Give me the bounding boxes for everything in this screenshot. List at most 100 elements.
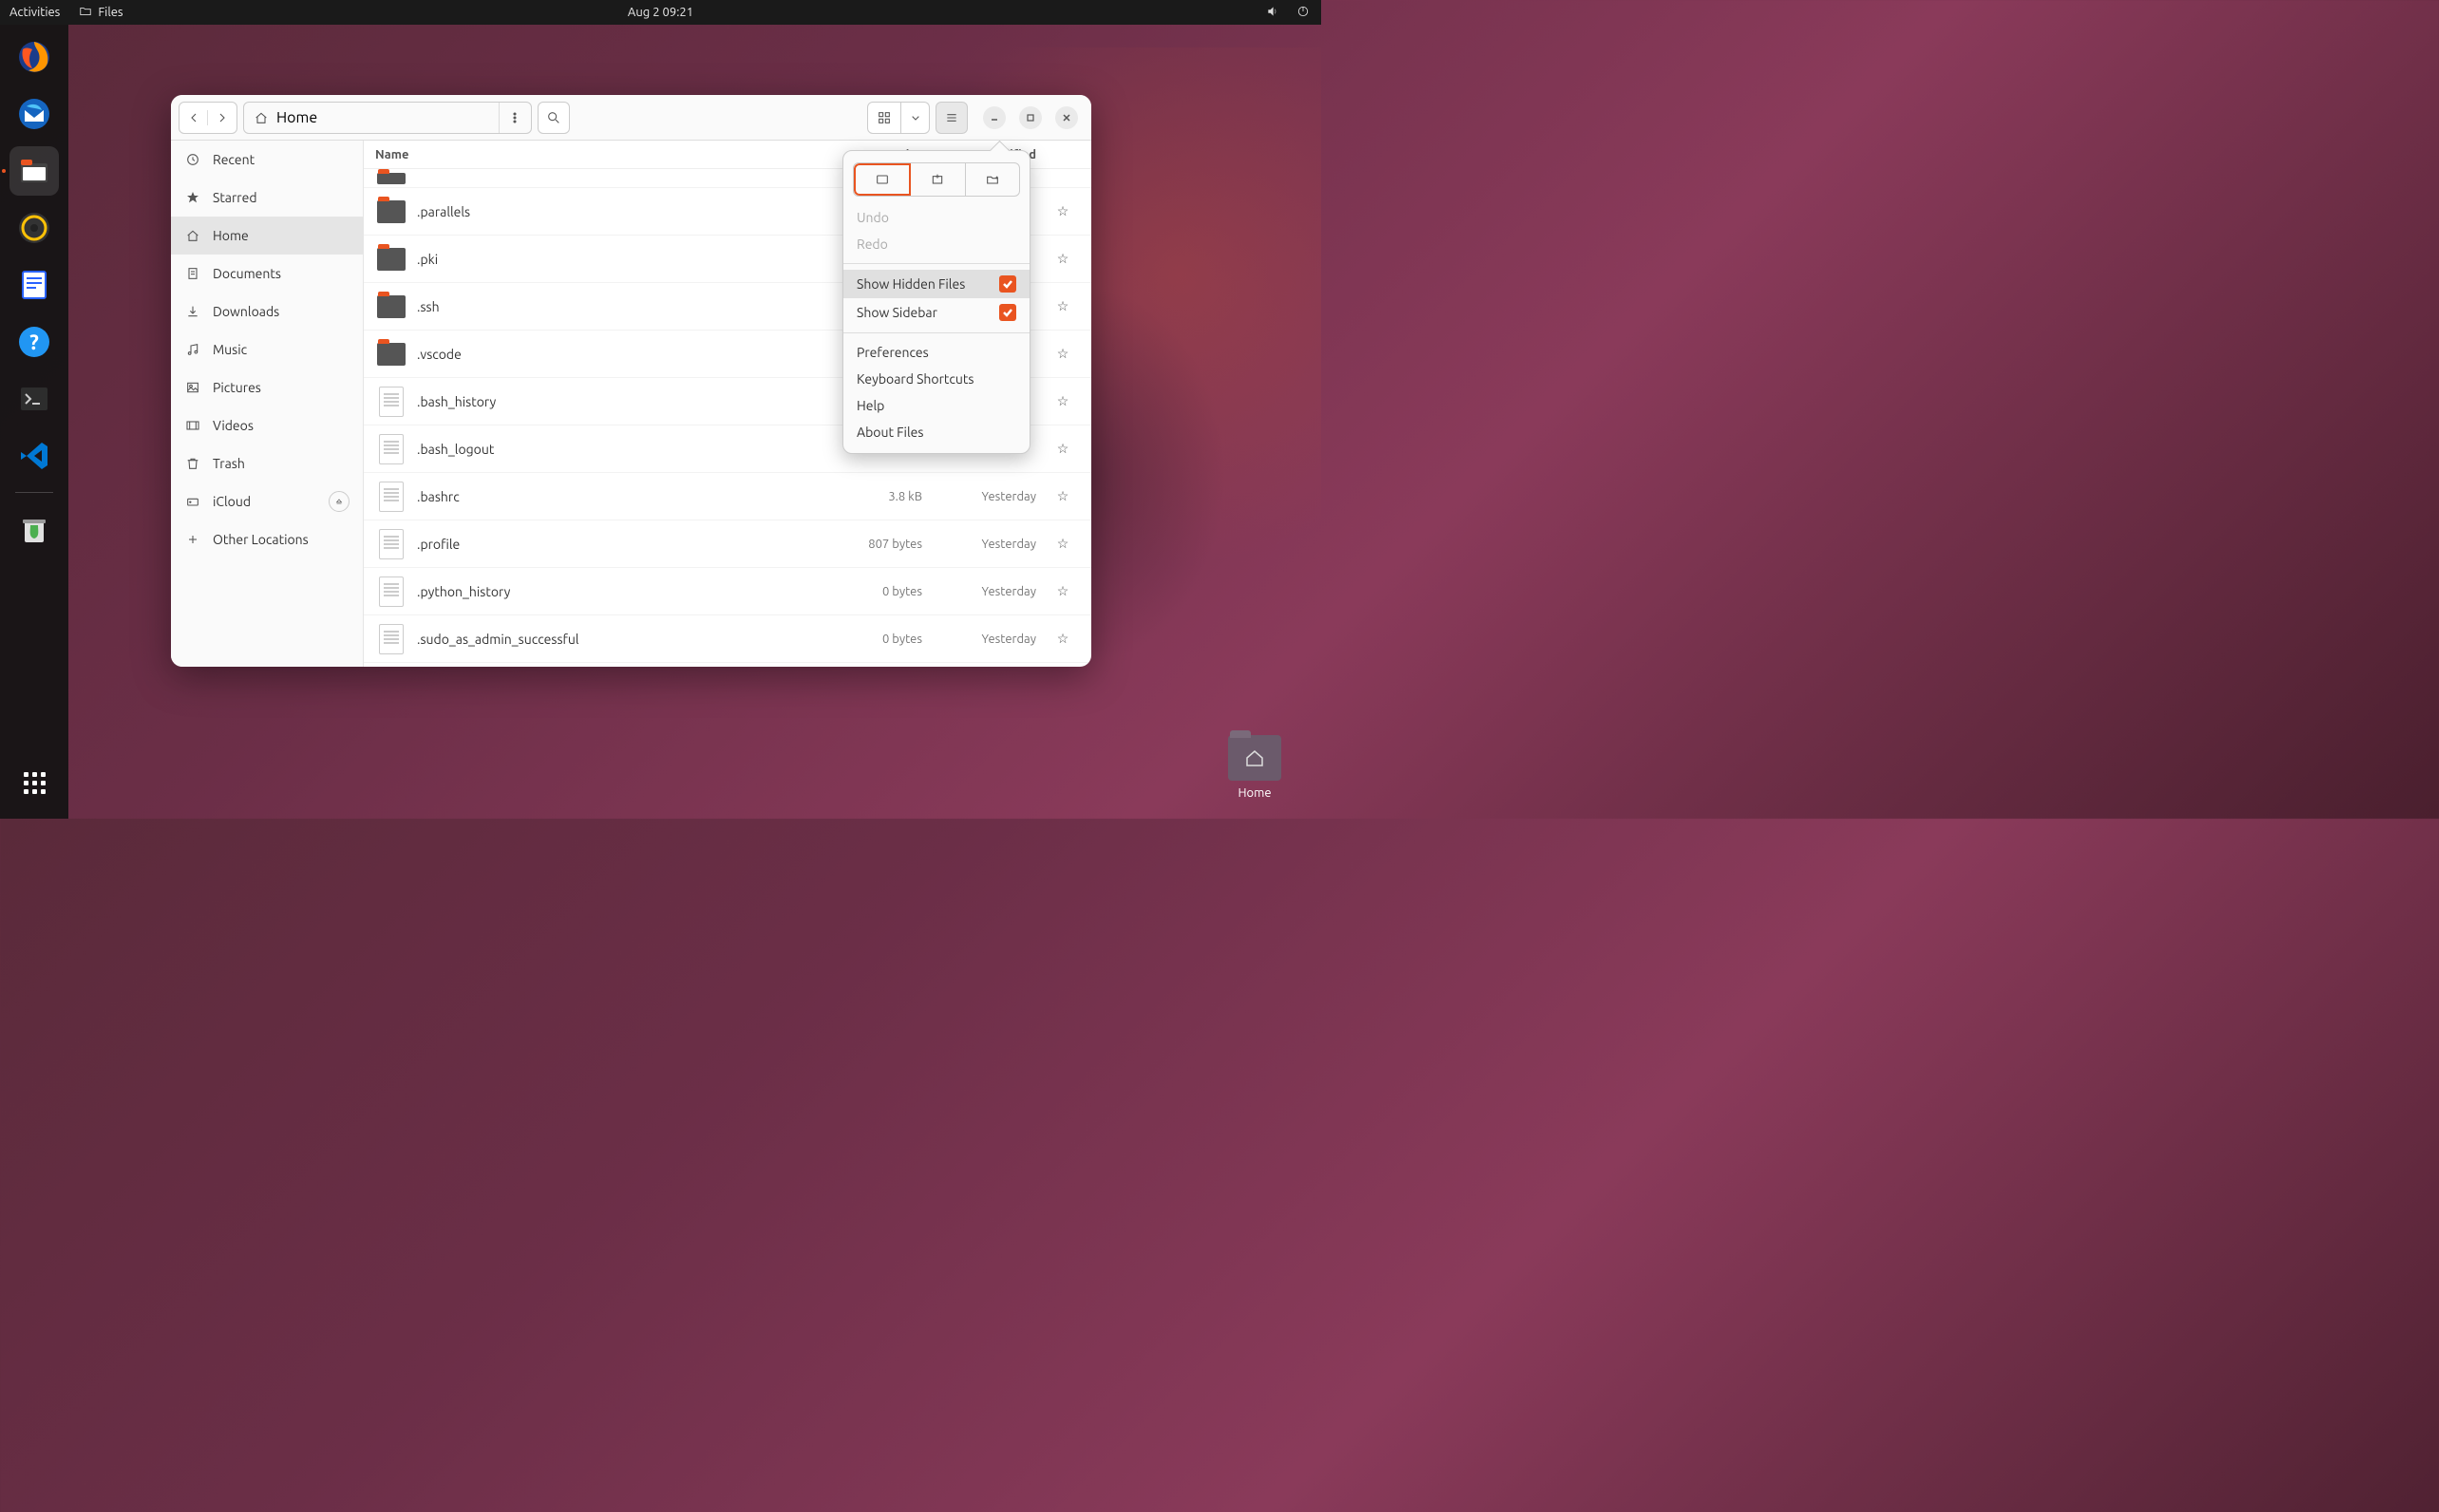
dock-separator <box>15 492 53 493</box>
sidebar-item-drive[interactable]: iCloud <box>171 482 363 520</box>
menu-separator <box>843 332 1030 333</box>
hamburger-menu-button[interactable] <box>936 102 968 134</box>
star-button[interactable]: ☆ <box>1046 203 1080 219</box>
sidebar-item-label: Documents <box>213 266 281 281</box>
menu-show-hidden[interactable]: Show Hidden Files <box>843 270 1030 298</box>
file-name: .parallels <box>417 204 818 219</box>
activities-button[interactable]: Activities <box>9 6 60 19</box>
dock-files[interactable] <box>9 146 59 196</box>
sidebar-item-other[interactable]: Other Locations <box>171 520 363 558</box>
file-size: 0 bytes <box>818 585 922 598</box>
drive-icon <box>184 494 201 509</box>
file-icon <box>379 529 404 559</box>
star-button[interactable]: ☆ <box>1046 583 1080 599</box>
back-button[interactable] <box>180 110 208 125</box>
sidebar-item-trash[interactable]: Trash <box>171 444 363 482</box>
file-name: .pki <box>417 252 818 267</box>
file-row[interactable]: .bashrc3.8 kBYesterday☆ <box>364 473 1091 520</box>
close-button[interactable] <box>1055 106 1078 129</box>
star-button[interactable]: ☆ <box>1046 488 1080 504</box>
new-tab-button[interactable] <box>911 163 965 196</box>
sidebar-item-documents[interactable]: Documents <box>171 255 363 293</box>
desktop-home-icon[interactable]: Home <box>1217 735 1293 800</box>
downloads-icon <box>184 304 201 319</box>
file-row[interactable]: .sudo_as_admin_successful0 bytesYesterda… <box>364 615 1091 663</box>
videos-icon <box>184 418 201 433</box>
power-icon[interactable] <box>1296 5 1310 21</box>
file-name: .bashrc <box>417 489 818 504</box>
clock[interactable]: Aug 2 09:21 <box>628 6 693 19</box>
star-button[interactable]: ☆ <box>1046 346 1080 362</box>
column-name[interactable]: Name <box>375 148 818 161</box>
dock-thunderbird[interactable] <box>9 89 59 139</box>
maximize-button[interactable] <box>1019 106 1042 129</box>
grid-view-button[interactable] <box>867 102 901 134</box>
menu-help[interactable]: Help <box>843 392 1030 419</box>
sidebar-item-recent[interactable]: Recent <box>171 141 363 179</box>
file-icon <box>379 624 404 654</box>
folder-icon <box>377 200 406 223</box>
new-window-button[interactable] <box>854 163 911 196</box>
dock-terminal[interactable] <box>9 374 59 424</box>
forward-button[interactable] <box>208 110 236 125</box>
file-row[interactable]: .python_history0 bytesYesterday☆ <box>364 568 1091 615</box>
star-icon <box>184 190 201 205</box>
top-panel: Activities Files Aug 2 09:21 <box>0 0 1321 25</box>
minimize-button[interactable] <box>983 106 1006 129</box>
grid-icon <box>877 110 892 125</box>
trash-icon <box>184 456 201 471</box>
sidebar-item-star[interactable]: Starred <box>171 179 363 217</box>
eject-button[interactable] <box>329 491 350 512</box>
sidebar-item-label: Home <box>213 228 249 243</box>
file-name: .vscode <box>417 347 818 362</box>
sidebar: RecentStarred Home Documents Downloads Music… <box>171 141 364 667</box>
star-button[interactable]: ☆ <box>1046 393 1080 409</box>
view-options-button[interactable] <box>901 102 930 134</box>
menu-show-sidebar[interactable]: Show Sidebar <box>843 298 1030 327</box>
file-name: .ssh <box>417 299 818 314</box>
chevron-down-icon <box>908 110 923 125</box>
volume-icon[interactable] <box>1266 5 1279 21</box>
star-button[interactable]: ☆ <box>1046 536 1080 552</box>
star-button[interactable]: ☆ <box>1046 441 1080 457</box>
search-button[interactable] <box>538 102 570 134</box>
home-icon <box>184 228 201 243</box>
dock-firefox[interactable] <box>9 32 59 82</box>
sidebar-item-label: Downloads <box>213 304 279 319</box>
menu-shortcuts[interactable]: Keyboard Shortcuts <box>843 366 1030 392</box>
sidebar-item-downloads[interactable]: Downloads <box>171 293 363 331</box>
sidebar-item-music[interactable]: Music <box>171 331 363 369</box>
file-name: .bash_history <box>417 394 818 409</box>
headerbar: Home <box>171 95 1091 141</box>
path-button[interactable]: Home <box>244 103 499 133</box>
dock-rhythmbox[interactable] <box>9 203 59 253</box>
folder-icon <box>377 248 406 271</box>
path-menu-button[interactable] <box>499 103 531 133</box>
menu-about[interactable]: About Files <box>843 419 1030 445</box>
menu-preferences[interactable]: Preferences <box>843 339 1030 366</box>
folder-icon <box>377 173 406 184</box>
sidebar-item-videos[interactable]: Videos <box>171 406 363 444</box>
other-icon <box>184 532 201 547</box>
app-menu[interactable]: Files <box>79 5 123 21</box>
sidebar-item-pictures[interactable]: Pictures <box>171 369 363 406</box>
app-menu-label: Files <box>98 6 123 19</box>
file-modified: Yesterday <box>922 633 1046 646</box>
dock-trash[interactable] <box>9 504 59 554</box>
new-folder-button[interactable] <box>966 163 1019 196</box>
menu-icon-row <box>853 162 1020 197</box>
menu-show-hidden-label: Show Hidden Files <box>857 276 965 292</box>
desktop-home-label: Home <box>1217 786 1293 800</box>
sidebar-item-label: Other Locations <box>213 532 309 547</box>
dock-libreoffice-writer[interactable] <box>9 260 59 310</box>
dock-show-applications[interactable] <box>9 758 59 807</box>
star-button[interactable]: ☆ <box>1046 631 1080 647</box>
sidebar-item-home[interactable]: Home <box>171 217 363 255</box>
file-row[interactable]: .profile807 bytesYesterday☆ <box>364 520 1091 568</box>
dock-vscode[interactable] <box>9 431 59 481</box>
svg-text:?: ? <box>29 331 39 354</box>
star-button[interactable]: ☆ <box>1046 251 1080 267</box>
folder-icon <box>79 5 92 21</box>
star-button[interactable]: ☆ <box>1046 298 1080 314</box>
dock-help[interactable]: ? <box>9 317 59 367</box>
